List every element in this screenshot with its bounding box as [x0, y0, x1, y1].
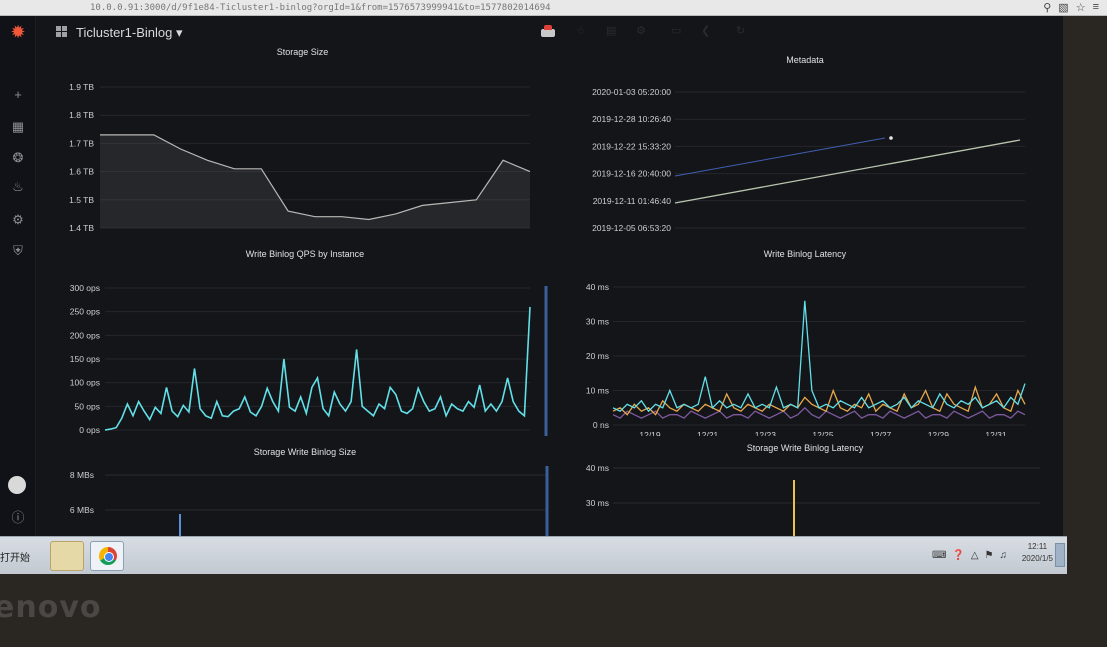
x-tick-label: 12/21: [697, 430, 719, 436]
y-tick-label: 1.9 TB: [69, 82, 94, 92]
latency-chart: 40 ms 30 ms 20 ms 10 ms 0 ns 12/19 12/21 12/23 1…: [586, 282, 1026, 436]
series-line: [674, 139, 1021, 204]
x-tick-label: 12/29: [928, 430, 950, 436]
windows-taskbar: 打开始 ⌨ ❓ △ ⚑ ♫ 12:11 2020/1/5: [0, 536, 1067, 574]
write-binlog-qps-panel: Write Binlog QPS by Instance 300 ops 250 …: [60, 246, 550, 436]
tv-icon[interactable]: ▭: [671, 24, 681, 37]
y-tick-label: 2019-12-16 20:40:00: [592, 169, 671, 179]
time-picker-back-icon[interactable]: ❮: [701, 24, 710, 37]
dashboard-title[interactable]: Ticluster1-Binlog ▾: [76, 25, 182, 41]
y-tick-label: 40 ms: [586, 282, 609, 292]
storage-size-chart: 1.9 TB1.8 TB1.7 TB1.6 TB1.5 TB1.4 TB12/1…: [69, 82, 531, 233]
metadata-panel: Metadata 2020-01-03 05:20:00 2019-12-28 1…: [565, 52, 1045, 234]
y-tick-label: 1.5 TB: [69, 195, 94, 205]
series-line: [104, 306, 531, 431]
series-point: [889, 136, 893, 140]
grafana-screen: ✹ + ▦ ❂ ♨ ⚙ ⛨ ⓘ Ticluster1-Binlog ▾ ☆ ▤ …: [0, 16, 1063, 536]
start-button[interactable]: 打开始: [0, 549, 30, 564]
y-tick-label: 300 ops: [70, 283, 100, 293]
grid-lines: [613, 467, 1040, 504]
grid-lines: [105, 474, 545, 511]
x-tick-label: 12/27: [870, 430, 892, 436]
taskbar-explorer-button[interactable]: [50, 541, 84, 571]
y-tick-label: 1.6 TB: [69, 167, 94, 177]
metadata-chart: 2020-01-03 05:20:00 2019-12-28 10:26:40 20…: [592, 87, 1025, 233]
y-tick-label: 1.4 TB: [69, 223, 94, 233]
network-icon[interactable]: △: [971, 550, 979, 561]
x-tick-label: 12/31: [985, 430, 1007, 436]
grafana-logo-icon[interactable]: ✹: [9, 23, 27, 41]
storage-write-size-chart: 8 MBs 6 MBs: [70, 466, 549, 536]
side-menu: ✹ + ▦ ❂ ♨ ⚙ ⛨ ⓘ: [0, 16, 36, 536]
storage-write-binlog-size-panel: Storage Write Binlog Size 8 MBs 6 MBs: [60, 444, 550, 536]
y-tick-label: 200 ops: [70, 330, 100, 340]
series-area: [100, 134, 530, 228]
refresh-icon[interactable]: ↻: [736, 24, 745, 37]
y-tick-label: 30 ms: [586, 498, 609, 508]
volume-icon[interactable]: ♫: [1000, 550, 1008, 561]
y-tick-label: 2019-12-11 01:46:40: [593, 196, 672, 206]
y-tick-label: 2019-12-22 15:33:20: [592, 141, 671, 151]
y-tick-label: 2019-12-05 06:53:20: [592, 223, 671, 233]
x-tick-label: 12/19: [639, 430, 661, 436]
taskbar-clock[interactable]: 12:11 2020/1/5: [1022, 541, 1053, 565]
storage-size-panel: Storage Size 1.9 TB 1.8 TB 1.7 TB 1.6 TB 1.5…: [60, 44, 545, 234]
laptop-brand-logo: enovo: [0, 590, 102, 625]
y-tick-label: 8 MBs: [70, 470, 94, 480]
y-tick-label: 0 ns: [593, 420, 609, 430]
gear-icon[interactable]: ⚙: [9, 211, 27, 229]
translate-icon[interactable]: ▧: [1058, 1, 1068, 14]
x-tick-label: 12/25: [812, 430, 834, 436]
clock-time: 12:11: [1027, 542, 1048, 551]
menu-icon[interactable]: ≡: [1093, 1, 1099, 14]
dashboard-grid-icon: [56, 26, 67, 37]
help-icon[interactable]: ⓘ: [9, 509, 27, 527]
chrome-icon: [99, 547, 117, 565]
taskbar-chrome-button[interactable]: [90, 541, 124, 571]
star-icon[interactable]: ☆: [576, 24, 586, 37]
y-tick-label: 10 ms: [586, 386, 609, 396]
y-tick-label: 1.7 TB: [69, 138, 94, 148]
flag-icon[interactable]: ⚑: [985, 550, 994, 561]
y-tick-label: 100 ops: [70, 378, 100, 388]
y-tick-label: 50 ops: [74, 401, 100, 411]
storage-write-binlog-latency-panel: Storage Write Binlog Latency 40 ms 30 ms: [565, 440, 1045, 536]
y-tick-label: 30 ms: [586, 317, 609, 327]
y-tick-label: 6 MBs: [70, 505, 94, 515]
help-tray-icon[interactable]: ❓: [952, 550, 964, 561]
storage-write-latency-chart: 40 ms 30 ms: [586, 463, 1040, 536]
plus-icon[interactable]: +: [9, 86, 27, 104]
series-line: [612, 384, 1026, 416]
show-desktop-button[interactable]: [1055, 543, 1065, 567]
settings-icon[interactable]: ⚙: [636, 24, 646, 37]
y-tick-label: 1.8 TB: [69, 110, 94, 120]
avatar[interactable]: [8, 476, 26, 494]
y-tick-label: 0 ops: [79, 425, 100, 435]
dashboards-icon[interactable]: ▦: [9, 118, 27, 136]
explore-icon[interactable]: ❂: [9, 149, 27, 167]
y-tick-label: 20 ms: [586, 351, 609, 361]
write-binlog-latency-panel: Write Binlog Latency 40 ms 30 ms 20 ms 10 m…: [565, 246, 1045, 436]
save-icon[interactable]: ▤: [606, 24, 616, 37]
share-icon[interactable]: [541, 25, 555, 37]
keyboard-icon[interactable]: ⌨: [932, 550, 946, 561]
browser-toolbar: 10.0.0.91:3000/d/9f1e84-Ticluster1-binlo…: [0, 0, 1107, 16]
alert-bell-icon[interactable]: ♨: [9, 178, 27, 196]
address-bar[interactable]: 10.0.0.91:3000/d/9f1e84-Ticluster1-binlo…: [90, 3, 890, 13]
system-tray: ⌨ ❓ △ ⚑ ♫: [932, 550, 1007, 561]
zoom-icon[interactable]: ⚲: [1043, 1, 1051, 14]
qps-chart: 300 ops 250 ops 200 ops 150 ops 100 ops 50 op…: [70, 283, 548, 436]
clock-date: 2020/1/5: [1021, 554, 1053, 563]
y-tick-label: 250 ops: [70, 307, 100, 317]
shield-icon[interactable]: ⛨: [9, 242, 27, 260]
x-tick-label: 12/23: [755, 430, 777, 436]
bookmark-star-icon[interactable]: ☆: [1076, 1, 1086, 14]
y-tick-label: 40 ms: [586, 463, 609, 473]
y-tick-label: 2019-12-28 10:26:40: [592, 114, 671, 124]
y-tick-label: 2020-01-03 05:20:00: [592, 87, 671, 97]
y-tick-label: 150 ops: [70, 354, 100, 364]
